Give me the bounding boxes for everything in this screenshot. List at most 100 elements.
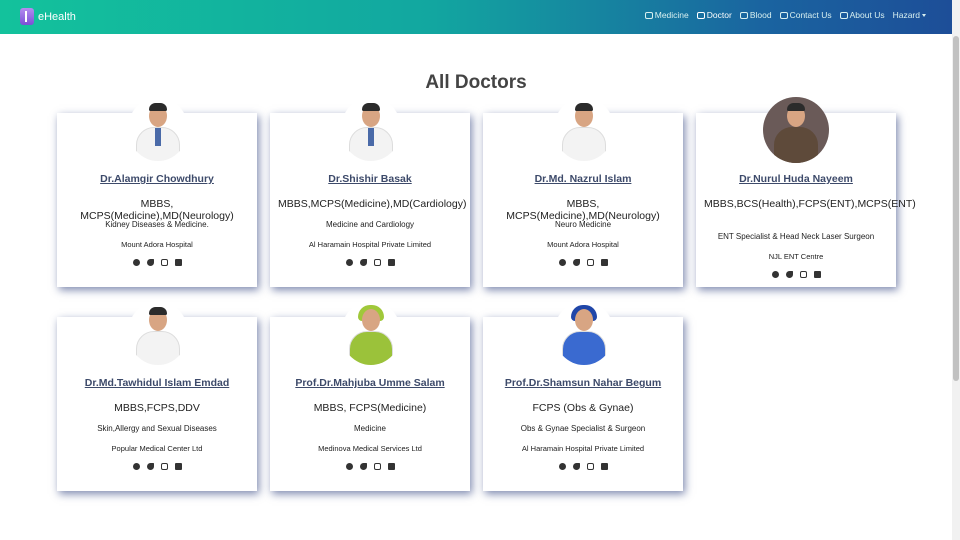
facebook-icon[interactable] bbox=[771, 271, 779, 278]
facebook-icon[interactable] bbox=[558, 259, 566, 266]
nav-item-medicine[interactable]: Medicine bbox=[644, 10, 689, 20]
doctor-name-link[interactable]: Dr.Alamgir Chowdhury bbox=[57, 173, 257, 185]
twitter-icon[interactable] bbox=[572, 463, 580, 470]
facebook-icon[interactable] bbox=[132, 259, 140, 266]
doctor-specialty: Medicine bbox=[353, 424, 386, 433]
doctor-photo bbox=[341, 301, 401, 365]
facebook-icon[interactable] bbox=[345, 259, 353, 266]
facebook-icon[interactable] bbox=[132, 463, 140, 470]
social-links bbox=[270, 463, 470, 470]
doctor-degree: MBBS,MCPS(Medicine),MD(Cardiology) bbox=[278, 198, 467, 210]
nav-item-label: Blood bbox=[749, 10, 772, 20]
linkedin-icon[interactable] bbox=[600, 463, 608, 470]
facebook-icon[interactable] bbox=[345, 463, 353, 470]
doctor-card: Dr.Md. Nazrul Islam MBBS, MCPS(Medicine)… bbox=[483, 97, 683, 287]
facebook-icon[interactable] bbox=[558, 463, 566, 470]
doctor-card: Prof.Dr.Shamsun Nahar Begum FCPS (Obs & … bbox=[483, 301, 683, 491]
doctor-photo bbox=[763, 97, 829, 163]
instagram-icon[interactable] bbox=[373, 259, 381, 266]
doctor-specialty: Skin,Allergy and Sexual Diseases bbox=[97, 424, 217, 433]
doctor-specialty: ENT Specialist & Head Neck Laser Surgeon bbox=[717, 232, 875, 241]
instagram-icon[interactable] bbox=[160, 463, 168, 470]
linkedin-icon[interactable] bbox=[600, 259, 608, 266]
doctor-card: Dr.Alamgir Chowdhury MBBS, MCPS(Medicine… bbox=[57, 97, 257, 287]
linkedin-icon[interactable] bbox=[387, 463, 395, 470]
doctor-name-link[interactable]: Dr.Md.Tawhidul Islam Emdad bbox=[57, 377, 257, 389]
doctor-hospital: NJL ENT Centre bbox=[768, 252, 824, 261]
doctor-degree: MBBS,FCPS,DDV bbox=[114, 402, 200, 414]
doctor-hospital: Al Haramain Hospital Private Limited bbox=[521, 444, 645, 453]
social-links bbox=[57, 463, 257, 470]
twitter-icon[interactable] bbox=[146, 259, 154, 266]
doctor-card: Dr.Md.Tawhidul Islam Emdad MBBS,FCPS,DDV… bbox=[57, 301, 257, 491]
social-links bbox=[483, 463, 683, 470]
doctor-name-link[interactable]: Dr.Md. Nazrul Islam bbox=[483, 173, 683, 185]
instagram-icon[interactable] bbox=[586, 259, 594, 266]
brand-link[interactable]: eHealth bbox=[20, 8, 76, 25]
instagram-icon[interactable] bbox=[373, 463, 381, 470]
doctor-specialty: Obs & Gynae Specialist & Surgeon bbox=[520, 424, 646, 433]
twitter-icon[interactable] bbox=[146, 463, 154, 470]
nav-item-doctor[interactable]: Doctor bbox=[696, 10, 732, 20]
caret-down-icon bbox=[922, 13, 926, 17]
doctor-degree: MBBS,BCS(Health),FCPS(ENT),MCPS(ENT) bbox=[704, 198, 916, 210]
doctor-hospital: Medinova Medical Services Ltd bbox=[318, 444, 422, 453]
doctor-hospital: Al Haramain Hospital Private Limited bbox=[308, 240, 432, 249]
top-navbar: eHealth Medicine Doctor Blood Contact Us… bbox=[0, 0, 952, 34]
linkedin-icon[interactable] bbox=[387, 259, 395, 266]
social-links bbox=[696, 271, 896, 278]
page-title: All Doctors bbox=[425, 72, 527, 93]
doctor-name-link[interactable]: Dr.Nurul Huda Nayeem bbox=[696, 173, 896, 185]
nav-item-blood[interactable]: Blood bbox=[739, 10, 772, 20]
document-icon bbox=[839, 11, 848, 19]
user-dropdown[interactable]: Hazard bbox=[893, 10, 926, 20]
doctor-name-link[interactable]: Prof.Dr.Mahjuba Umme Salam bbox=[270, 377, 470, 389]
doctor-photo bbox=[128, 301, 188, 365]
doctor-card: Prof.Dr.Mahjuba Umme Salam MBBS, FCPS(Me… bbox=[270, 301, 470, 491]
stethoscope-icon bbox=[696, 11, 705, 19]
nav-item-contact[interactable]: Contact Us bbox=[779, 10, 832, 20]
twitter-icon[interactable] bbox=[785, 271, 793, 278]
doctor-card: Dr.Shishir Basak MBBS,MCPS(Medicine),MD(… bbox=[270, 97, 470, 287]
doctor-name-link[interactable]: Prof.Dr.Shamsun Nahar Begum bbox=[483, 377, 683, 389]
nav-item-label: About Us bbox=[849, 10, 885, 20]
doctor-photo bbox=[128, 97, 188, 161]
social-links bbox=[57, 259, 257, 266]
doctor-degree: MBBS, MCPS(Medicine),MD(Neurology) bbox=[506, 198, 660, 222]
doctor-specialty: Kidney Diseases & Medicine. bbox=[105, 220, 209, 229]
nav-item-label: Doctor bbox=[706, 10, 732, 20]
instagram-icon[interactable] bbox=[799, 271, 807, 278]
twitter-icon[interactable] bbox=[359, 463, 367, 470]
nav-item-about[interactable]: About Us bbox=[839, 10, 885, 20]
doctor-name-link[interactable]: Dr.Shishir Basak bbox=[270, 173, 470, 185]
twitter-icon[interactable] bbox=[572, 259, 580, 266]
instagram-icon[interactable] bbox=[160, 259, 168, 266]
doctor-degree: MBBS, FCPS(Medicine) bbox=[313, 402, 427, 414]
ehealth-logo-icon bbox=[20, 8, 34, 25]
doctor-photo bbox=[554, 97, 614, 161]
instagram-icon[interactable] bbox=[586, 463, 594, 470]
bank-icon bbox=[779, 11, 788, 19]
linkedin-icon[interactable] bbox=[174, 259, 182, 266]
social-links bbox=[270, 259, 470, 266]
doctor-specialty: Medicine and Cardiology bbox=[325, 220, 415, 229]
scrollbar-thumb[interactable] bbox=[953, 36, 959, 381]
linkedin-icon[interactable] bbox=[174, 463, 182, 470]
doctor-card: Dr.Nurul Huda Nayeem MBBS,BCS(Health),FC… bbox=[696, 97, 916, 287]
nav-item-label: Medicine bbox=[654, 10, 689, 20]
doctor-hospital: Mount Adora Hospital bbox=[121, 240, 193, 249]
nav-links: Medicine Doctor Blood Contact Us About U… bbox=[637, 10, 926, 20]
doctor-photo bbox=[341, 97, 401, 161]
doctor-degree: MBBS, MCPS(Medicine),MD(Neurology) bbox=[80, 198, 234, 222]
user-name: Hazard bbox=[892, 10, 920, 20]
brand-name: eHealth bbox=[38, 10, 76, 23]
doctor-degree: FCPS (Obs & Gynae) bbox=[532, 402, 634, 414]
doctor-photo bbox=[554, 301, 614, 365]
social-links bbox=[483, 259, 683, 266]
twitter-icon[interactable] bbox=[359, 259, 367, 266]
linkedin-icon[interactable] bbox=[813, 271, 821, 278]
nav-item-label: Contact Us bbox=[789, 10, 832, 20]
blood-drop-icon bbox=[739, 11, 748, 19]
capsule-icon bbox=[644, 11, 653, 19]
doctor-hospital: Mount Adora Hospital bbox=[547, 240, 619, 249]
